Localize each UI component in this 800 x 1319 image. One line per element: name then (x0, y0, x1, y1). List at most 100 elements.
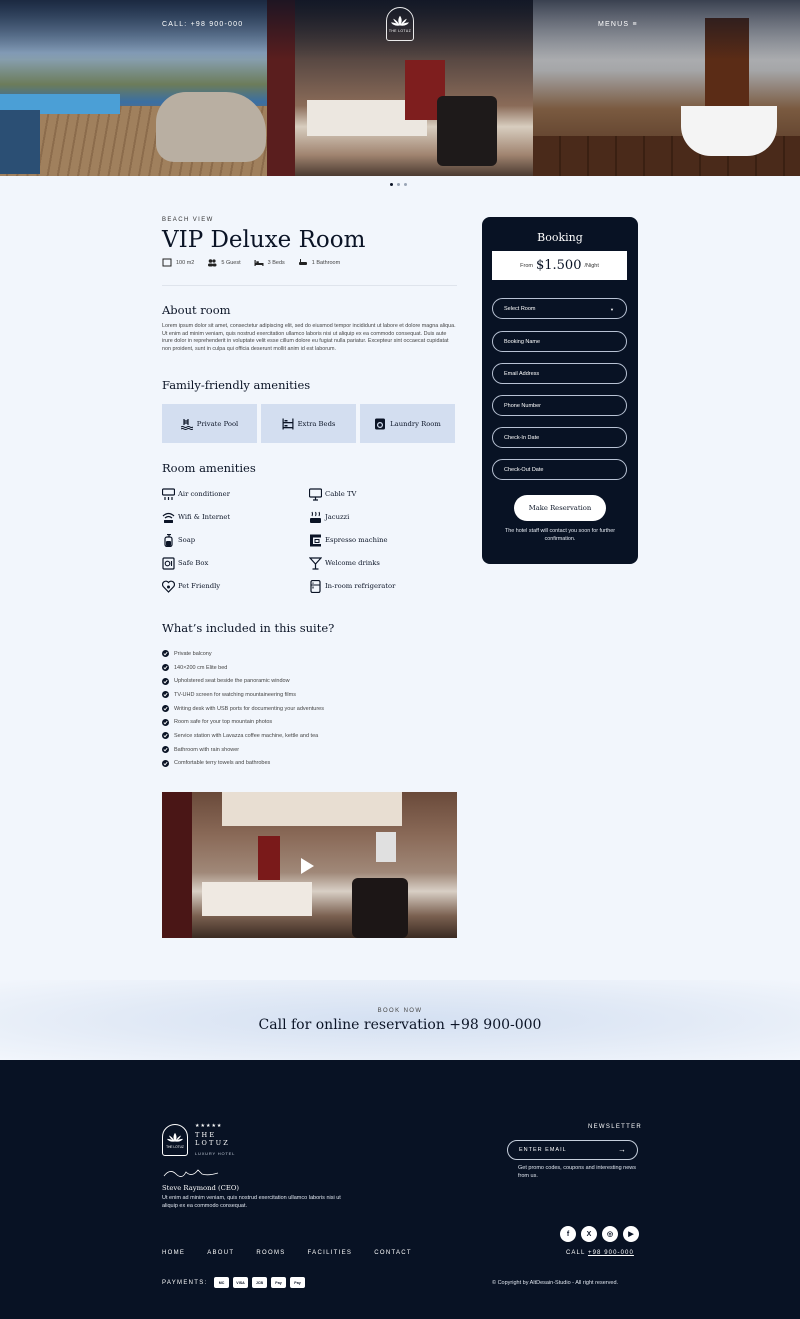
play-icon[interactable] (296, 856, 316, 876)
family-item-private-pool: Private Pool (162, 404, 257, 443)
facebook-icon[interactable]: f (560, 1226, 576, 1242)
carousel-dot[interactable] (390, 183, 393, 186)
signature-icon (163, 1169, 219, 1177)
carousel-dots[interactable] (390, 183, 407, 186)
menu-button[interactable]: MENUS ≡ (598, 21, 638, 28)
jacuzzi-icon (310, 511, 321, 523)
site-logo[interactable]: THE LOTUZ (386, 7, 414, 41)
footer-call-number[interactable]: +98 900-000 (588, 1250, 634, 1256)
included-item-label: Comfortable terry towels and bathrobes (174, 760, 271, 767)
check-circle-icon (162, 677, 169, 685)
menu-label: MENUS (598, 21, 630, 28)
amenity-refrigerator: In-room refrigerator (309, 579, 456, 593)
divider (162, 285, 457, 286)
newsletter-email-placeholder: ENTER EMAIL (519, 1147, 567, 1153)
amenity-label: Cable TV (325, 490, 357, 498)
check-circle-icon (162, 759, 169, 767)
caret-down-icon: ▼ (610, 307, 614, 312)
included-item: Comfortable terry towels and bathrobes (162, 757, 324, 771)
included-item: 140×200 cm Elite bed (162, 661, 324, 675)
check-circle-icon (162, 664, 169, 672)
footer-logo[interactable]: THE LOTUZ (162, 1124, 188, 1156)
room-specs: 100 m2 5 Guest 3 Beds 1 Bathroom (162, 258, 340, 267)
footer-brand-sub: LUXURY HOTEL (195, 1151, 236, 1156)
amenity-label: Espresso machine (325, 536, 388, 544)
included-item: Service station with Lavazza coffee mach… (162, 729, 324, 743)
footer-nav-contact[interactable]: CONTACT (374, 1250, 412, 1256)
wifi-icon (162, 512, 175, 523)
check-circle-icon (162, 705, 169, 713)
soap-icon (164, 533, 173, 547)
booking-note: The hotel staff will contact you soon fo… (504, 528, 616, 542)
youtube-icon[interactable]: ▶ (623, 1226, 639, 1242)
room-amenities-grid: Air conditioner Cable TV Wifi & Internet… (162, 487, 457, 593)
newsletter-note: Get promo codes, coupons and interesting… (518, 1165, 637, 1179)
newsletter-label: NEWSLETTER (588, 1124, 643, 1130)
amenity-safe-box: Safe Box (162, 556, 309, 570)
area-icon (162, 258, 172, 267)
footer-nav-about[interactable]: ABOUT (207, 1250, 234, 1256)
arrow-right-icon[interactable]: → (618, 1145, 627, 1154)
footer-brand: THE LOTUZ (195, 1131, 230, 1147)
make-reservation-button[interactable]: Make Reservation (514, 495, 606, 521)
amenity-label: Jacuzzi (325, 513, 350, 521)
family-item-label: Laundry Room (390, 419, 441, 428)
carousel-dot[interactable] (404, 183, 407, 186)
instagram-icon[interactable]: ◎ (602, 1226, 618, 1242)
air-conditioner-icon (162, 487, 175, 500)
washing-machine-icon (375, 418, 386, 429)
booking-price: From $1.500 /Night (492, 251, 627, 280)
included-heading: What’s included in this suite? (162, 621, 335, 635)
amenity-espresso: Espresso machine (309, 533, 456, 547)
check-circle-icon (162, 691, 169, 699)
x-icon[interactable]: X (581, 1226, 597, 1242)
newsletter-email-input[interactable]: ENTER EMAIL → (507, 1140, 638, 1160)
cta-eyebrow: BOOK NOW (377, 1008, 423, 1014)
ceo-quote: Ut enim ad minim veniam, quis nostrud ex… (162, 1195, 341, 1209)
price-from-label: From (520, 262, 533, 269)
price-amount: $1.500 (535, 258, 582, 273)
footer-call[interactable]: CALL +98 900-000 (566, 1250, 634, 1256)
included-item-label: Upholstered seat beside the panoramic wi… (174, 678, 290, 685)
included-list: Private balcony 140×200 cm Elite bed Uph… (162, 647, 324, 770)
pet-heart-icon (162, 580, 175, 593)
included-item-label: Room safe for your top mountain photos (174, 719, 273, 726)
amenity-jacuzzi: Jacuzzi (309, 510, 456, 524)
bath-icon (298, 259, 307, 265)
tv-icon (309, 487, 322, 501)
footer-nav-home[interactable]: HOME (162, 1250, 185, 1256)
select-room-dropdown[interactable]: Select Room ▼ (492, 298, 627, 319)
footer-nav-facilities[interactable]: FACILITIES (308, 1250, 353, 1256)
users-icon (208, 259, 217, 267)
included-item-label: 140×200 cm Elite bed (174, 664, 228, 671)
amenity-cable-tv: Cable TV (309, 487, 456, 501)
select-room-value: Select Room (504, 305, 536, 312)
check-circle-icon (162, 650, 169, 658)
spec-bathrooms-label: 1 Bathroom (311, 259, 341, 266)
footer-nav-rooms[interactable]: ROOMS (256, 1250, 285, 1256)
included-item: Upholstered seat beside the panoramic wi… (162, 674, 324, 688)
included-item-label: Service station with Lavazza coffee mach… (174, 732, 319, 739)
amenity-label: Wifi & Internet (178, 513, 231, 521)
cta-title[interactable]: Call for online reservation +98 900-000 (0, 1017, 800, 1033)
check-in-field[interactable]: Check-In Date (492, 427, 627, 448)
header-call-link[interactable]: CALL: +98 900-000 (162, 21, 243, 28)
check-out-field[interactable]: Check-Out Date (492, 459, 627, 480)
safe-icon (162, 556, 175, 570)
included-item: Writing desk with USB ports for document… (162, 702, 324, 716)
ceo-name: Steve Raymond (CEO) (162, 1184, 240, 1192)
check-circle-icon (162, 732, 169, 740)
check-circle-icon (162, 746, 169, 754)
booking-name-field[interactable]: Booking Name (492, 331, 627, 352)
lotus-icon (391, 15, 409, 26)
email-field[interactable]: Email Address (492, 363, 627, 384)
spec-guests: 5 Guest (207, 258, 241, 267)
google-pay-icon: Pay (271, 1277, 286, 1288)
amenity-label: Welcome drinks (325, 559, 380, 567)
carousel-dot[interactable] (397, 183, 400, 186)
payment-methods: MC VISA JCB Pay Pay (214, 1277, 305, 1288)
phone-field[interactable]: Phone Number (492, 395, 627, 416)
included-item: Private balcony (162, 647, 324, 661)
amenity-label: Soap (178, 536, 196, 544)
amenity-label: Safe Box (178, 559, 209, 567)
